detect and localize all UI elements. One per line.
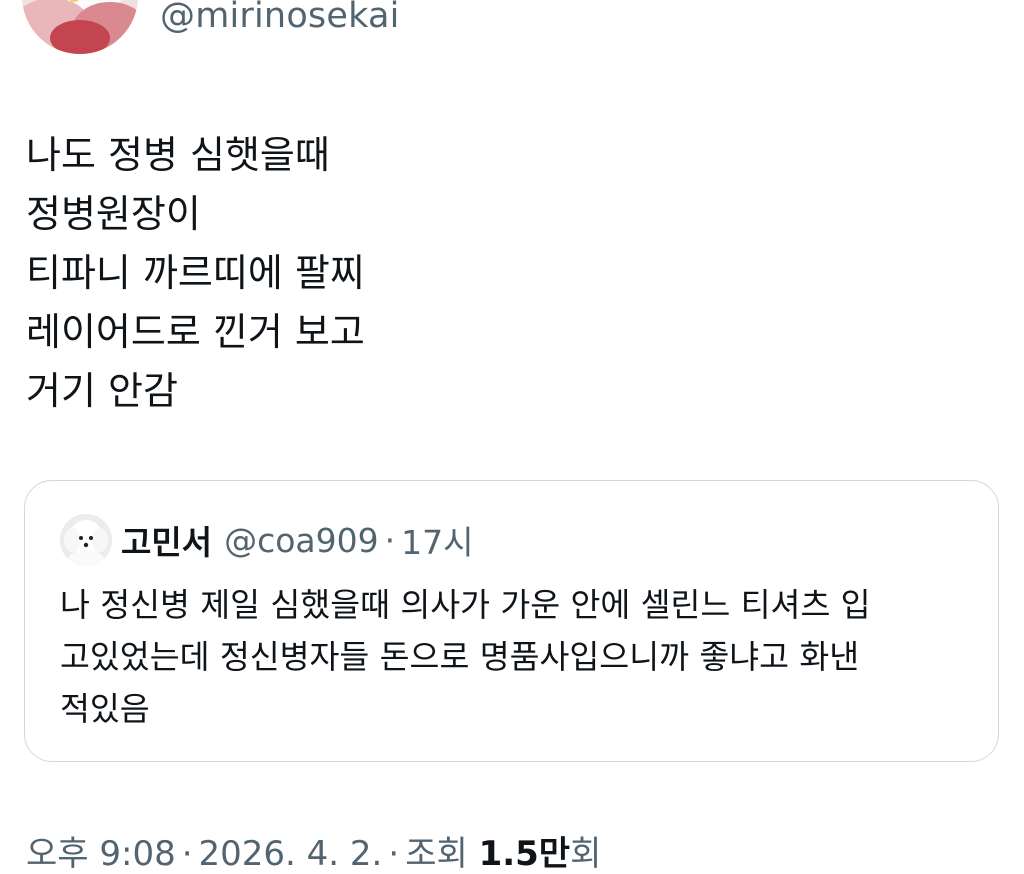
views-suffix: 회: [570, 834, 602, 874]
quote-line: 적있음: [60, 690, 150, 728]
tweet-line: 거기 안감: [26, 369, 178, 413]
tweet-detail: @mirinosekai 나도 정병 심햇을때 정병원장이 티파니 까르띠에 팔…: [0, 0, 1024, 874]
tweet-date[interactable]: 2026. 4. 2.: [199, 834, 383, 874]
quote-line: 나 정신병 제일 심했을때 의사가 가운 안에 셀린느 티셔츠 입: [60, 586, 871, 624]
quote-header: 고민서 @coa909 · 17시: [121, 517, 474, 563]
quote-author-avatar[interactable]: [60, 514, 112, 566]
quote-author-handle[interactable]: @coa909: [224, 521, 379, 560]
white-dog-avatar-image: [60, 514, 112, 566]
tweet-line: 티파니 까르띠에 팔찌: [26, 251, 365, 295]
quote-text: 나 정신병 제일 심했을때 의사가 가운 안에 셀린느 티셔츠 입 고있었는데 …: [60, 579, 970, 735]
quote-tweet-card[interactable]: 고민서 @coa909 · 17시 나 정신병 제일 심했을때 의사가 가운 안…: [24, 480, 999, 762]
quote-author-name[interactable]: 고민서: [121, 516, 212, 564]
views-count: 1.5만: [478, 834, 571, 874]
tweet-text: 나도 정병 심햇을때 정병원장이 티파니 까르띠에 팔찌 레이어드로 낀거 보고…: [26, 126, 365, 421]
author-handle[interactable]: @mirinosekai: [160, 0, 400, 36]
views-label: 조회: [405, 834, 468, 874]
tweet-line: 정병원장이: [26, 192, 201, 236]
quote-line: 고있었는데 정신병자들 돈으로 명품사입으니까 좋냐고 화낸: [60, 638, 860, 676]
tweet-metadata: 오후 9:08 · 2026. 4. 2. · 조회 1.5만회: [26, 826, 601, 874]
meta-separator: ·: [388, 834, 400, 874]
meta-separator: ·: [181, 834, 193, 874]
quote-timestamp[interactable]: 17시: [401, 516, 473, 564]
tweet-time[interactable]: 오후 9:08: [26, 834, 176, 874]
author-avatar[interactable]: [22, 0, 138, 54]
tweet-line: 레이어드로 낀거 보고: [26, 310, 365, 354]
tweet-line: 나도 정병 심햇을때: [26, 133, 330, 177]
quote-separator: ·: [384, 520, 396, 560]
hello-kitty-avatar-image: [22, 0, 138, 54]
